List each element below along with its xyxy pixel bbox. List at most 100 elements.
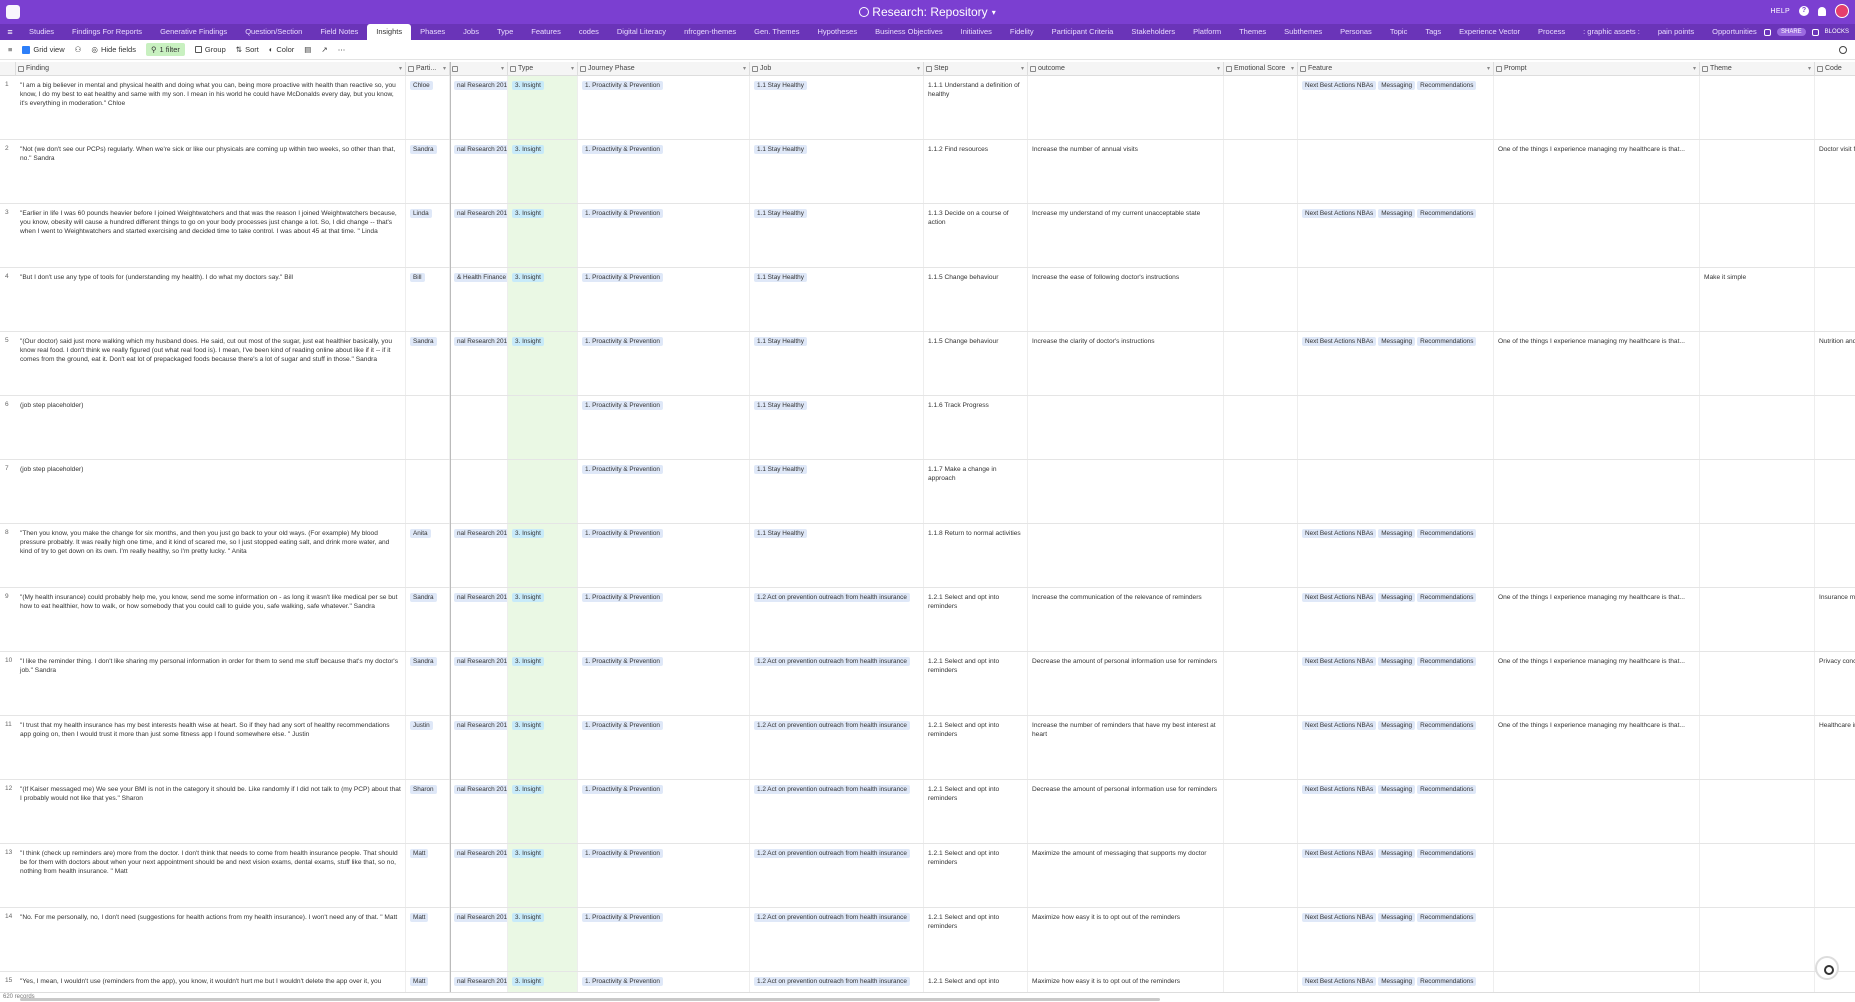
cell-step[interactable]: 1.2.1 Select and opt into reminders xyxy=(924,652,1028,715)
cell-theme[interactable] xyxy=(1700,972,1815,992)
cell-step[interactable]: 1.2.1 Select and opt into reminders xyxy=(924,908,1028,971)
cell-step[interactable]: 1.1.2 Find resources xyxy=(924,140,1028,203)
cell-emo[interactable] xyxy=(1224,972,1298,992)
column-header-step[interactable]: Step ▾ xyxy=(924,62,1028,76)
tab-graphic-assets[interactable]: : graphic assets : xyxy=(1574,24,1649,40)
tab-opportunities[interactable]: Opportunities xyxy=(1703,24,1766,40)
table-row[interactable]: 1 "I am a big believer in mental and phys… xyxy=(0,76,1855,140)
table-row[interactable]: 13 "I think (check up reminders are) more… xyxy=(0,844,1855,908)
cell-job[interactable]: 1.1 Stay Healthy xyxy=(750,396,924,459)
cell-emo[interactable] xyxy=(1224,844,1298,907)
column-header-outcome[interactable]: outcome ▾ xyxy=(1028,62,1224,76)
tab-studies[interactable]: Studies xyxy=(20,24,63,40)
cell-prompt[interactable]: One of the things I experience managing … xyxy=(1494,652,1700,715)
tab-themes[interactable]: Themes xyxy=(1230,24,1275,40)
cell-code[interactable] xyxy=(1815,268,1855,331)
cell-type[interactable]: 3. Insight xyxy=(508,76,578,139)
cell-finding[interactable]: "But I don't use any type of tools for (… xyxy=(16,268,406,331)
share-button[interactable]: SHARE xyxy=(1776,28,1806,36)
cell-theme[interactable] xyxy=(1700,524,1815,587)
cell-job[interactable]: 1.2 Act on prevention outreach from heal… xyxy=(750,716,924,779)
cell-theme[interactable] xyxy=(1700,716,1815,779)
cell-finding[interactable]: "I trust that my health insurance has my… xyxy=(16,716,406,779)
tab-process[interactable]: Process xyxy=(1529,24,1574,40)
cell-outcome[interactable]: Increase the clarity of doctor's instruc… xyxy=(1028,332,1224,395)
cell-phase[interactable]: 1. Proactivity & Prevention xyxy=(578,460,750,523)
cell-features[interactable]: Next Best Actions NBAs Messaging Recommend… xyxy=(1298,780,1494,843)
cell-outcome[interactable]: Maximize the amount of messaging that su… xyxy=(1028,844,1224,907)
cell-finding[interactable]: "(My health insurance) could probably he… xyxy=(16,588,406,651)
group-button[interactable]: Group xyxy=(194,45,226,54)
cell-step[interactable]: 1.1.3 Decide on a course of action xyxy=(924,204,1028,267)
cell-features[interactable] xyxy=(1298,396,1494,459)
cell-job[interactable]: 1.2 Act on prevention outreach from heal… xyxy=(750,972,924,992)
cell-emo[interactable] xyxy=(1224,76,1298,139)
cell-job[interactable]: 1.2 Act on prevention outreach from heal… xyxy=(750,780,924,843)
cell-study[interactable]: nal Research 2017 xyxy=(450,204,508,267)
cell-prompt[interactable] xyxy=(1494,524,1700,587)
tab-digital-literacy[interactable]: Digital Literacy xyxy=(608,24,675,40)
tab-hypotheses[interactable]: Hypotheses xyxy=(808,24,866,40)
cell-phase[interactable]: 1. Proactivity & Prevention xyxy=(578,332,750,395)
cell-step[interactable]: 1.1.8 Return to normal activities xyxy=(924,524,1028,587)
column-header-part[interactable]: Parti... ▾ xyxy=(406,62,450,76)
cell-job[interactable]: 1.2 Act on prevention outreach from heal… xyxy=(750,844,924,907)
tab-fidelity[interactable]: Fidelity xyxy=(1001,24,1043,40)
cell-study[interactable]: nal Research 2017 xyxy=(450,588,508,651)
chevron-down-icon[interactable]: ▾ xyxy=(1021,62,1024,76)
cell-emo[interactable] xyxy=(1224,908,1298,971)
cell-prompt[interactable]: One of the things I experience managing … xyxy=(1494,716,1700,779)
cell-study[interactable]: nal Research 2017 xyxy=(450,972,508,992)
cell-type[interactable]: 3. Insight xyxy=(508,716,578,779)
cell-type[interactable] xyxy=(508,460,578,523)
table-row[interactable]: 11 "I trust that my health insurance has … xyxy=(0,716,1855,780)
cell-part[interactable] xyxy=(406,460,450,523)
cell-study[interactable]: nal Research 2017 xyxy=(450,908,508,971)
cell-code[interactable] xyxy=(1815,524,1855,587)
column-header-code[interactable]: Code▾ xyxy=(1815,62,1855,76)
tab-business-objectives[interactable]: Business Objectives xyxy=(866,24,952,40)
cell-study[interactable]: nal Research 2017 xyxy=(450,780,508,843)
cell-phase[interactable]: 1. Proactivity & Prevention xyxy=(578,140,750,203)
cell-job[interactable]: 1.1 Stay Healthy xyxy=(750,268,924,331)
cell-outcome[interactable]: Decrease the amount of personal informat… xyxy=(1028,780,1224,843)
cell-code[interactable]: Healthcare in xyxy=(1815,716,1855,779)
cell-code[interactable] xyxy=(1815,844,1855,907)
cell-type[interactable]: 3. Insight xyxy=(508,204,578,267)
cell-step[interactable]: 1.2.1 Select and opt into xyxy=(924,972,1028,992)
cell-study[interactable]: nal Research 2017 xyxy=(450,844,508,907)
view-settings-icon[interactable]: ⚇ xyxy=(75,45,82,54)
help-icon[interactable]: ? xyxy=(1799,6,1809,16)
help-link[interactable]: HELP xyxy=(1771,8,1791,15)
cell-features[interactable]: Next Best Actions NBAs Messaging Recommend… xyxy=(1298,972,1494,992)
cell-theme[interactable] xyxy=(1700,908,1815,971)
help-chat-icon[interactable] xyxy=(1815,956,1839,980)
table-row[interactable]: 12 "(If Kaiser messaged me) We see your B… xyxy=(0,780,1855,844)
table-row[interactable]: 9 "(My health insurance) could probably h… xyxy=(0,588,1855,652)
bell-icon[interactable] xyxy=(1818,6,1826,16)
horizontal-scrollbar[interactable] xyxy=(20,998,1160,1001)
cell-step[interactable]: 1.1.6 Track Progress xyxy=(924,396,1028,459)
frozen-column-divider[interactable] xyxy=(450,62,451,992)
cell-job[interactable]: 1.2 Act on prevention outreach from heal… xyxy=(750,652,924,715)
row-height-icon[interactable]: ▤ xyxy=(304,45,311,54)
cell-outcome[interactable]: Increase my understand of my current una… xyxy=(1028,204,1224,267)
cell-phase[interactable]: 1. Proactivity & Prevention xyxy=(578,524,750,587)
cell-features[interactable]: Next Best Actions NBAs Messaging Recommend… xyxy=(1298,524,1494,587)
column-header-features[interactable]: Feature ▾ xyxy=(1298,62,1494,76)
cell-emo[interactable] xyxy=(1224,204,1298,267)
cell-step[interactable]: 1.2.1 Select and opt into reminders xyxy=(924,844,1028,907)
cell-phase[interactable]: 1. Proactivity & Prevention xyxy=(578,780,750,843)
cell-outcome[interactable] xyxy=(1028,76,1224,139)
column-header-prompt[interactable]: Prompt ▾ xyxy=(1494,62,1700,76)
chevron-down-icon[interactable]: ▾ xyxy=(1693,62,1696,76)
cell-features[interactable]: Next Best Actions NBAs Messaging Recommend… xyxy=(1298,204,1494,267)
search-icon[interactable] xyxy=(1839,46,1847,54)
cell-type[interactable]: 3. Insight xyxy=(508,780,578,843)
cell-phase[interactable]: 1. Proactivity & Prevention xyxy=(578,76,750,139)
history-icon[interactable] xyxy=(1811,28,1819,36)
tab-experience-vector[interactable]: Experience Vector xyxy=(1450,24,1529,40)
cell-theme[interactable] xyxy=(1700,780,1815,843)
tab-platform[interactable]: Platform xyxy=(1184,24,1230,40)
cell-finding[interactable]: (job step placeholder) xyxy=(16,396,406,459)
